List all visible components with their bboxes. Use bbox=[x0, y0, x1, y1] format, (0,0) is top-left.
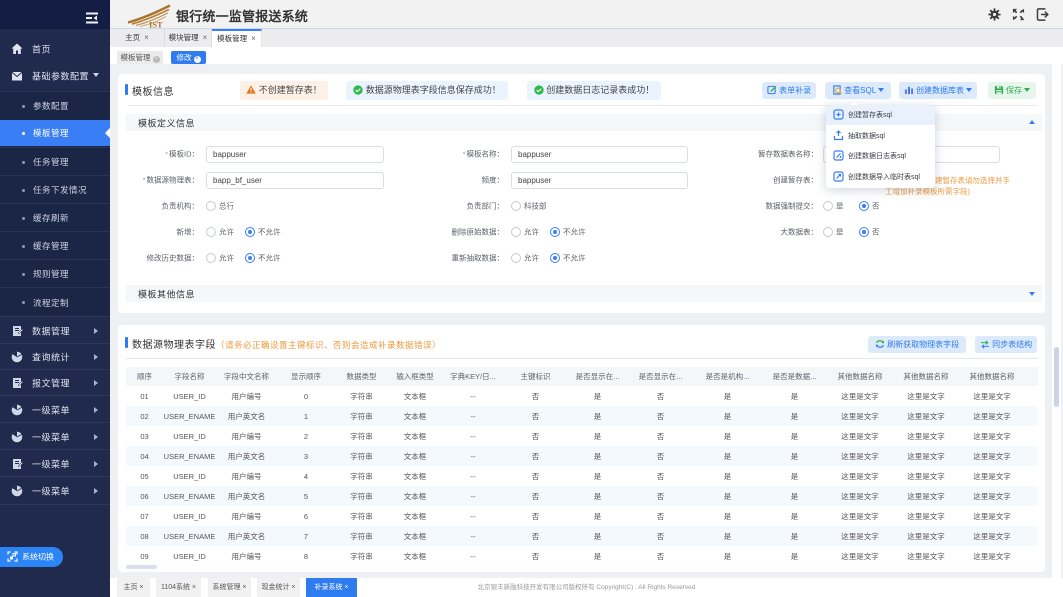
svg-text:IST: IST bbox=[149, 20, 163, 29]
